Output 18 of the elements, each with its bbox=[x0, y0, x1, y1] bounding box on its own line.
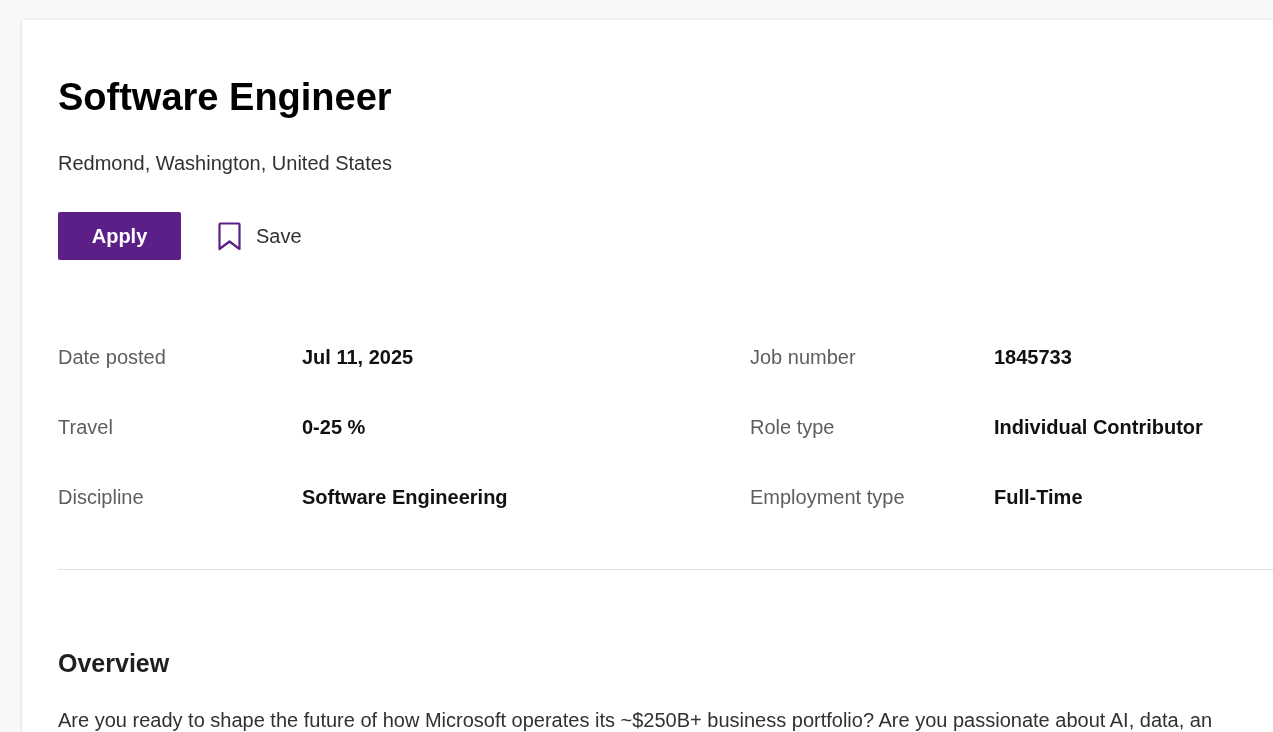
detail-label: Travel bbox=[58, 415, 113, 440]
detail-label: Job number bbox=[750, 345, 856, 370]
job-title: Software Engineer bbox=[58, 75, 392, 120]
overview-text: Are you ready to shape the future of how Microsoft operates its ~$250B+ business portfolio? Are you passionate about AI, data, an bbox=[58, 708, 1213, 732]
save-button[interactable]: Save bbox=[217, 221, 302, 251]
detail-label: Role type bbox=[750, 415, 835, 440]
detail-label: Date posted bbox=[58, 345, 166, 370]
detail-value: Full-Time bbox=[994, 485, 1083, 510]
detail-value: 1845733 bbox=[994, 345, 1072, 370]
job-location: Redmond, Washington, United States bbox=[58, 151, 392, 176]
detail-value: Software Engineering bbox=[302, 485, 508, 510]
detail-value: Jul 11, 2025 bbox=[302, 345, 414, 370]
detail-value: Individual Contributor bbox=[994, 415, 1203, 440]
detail-label: Discipline bbox=[58, 485, 144, 510]
section-heading: Overview bbox=[58, 648, 170, 679]
detail-label: Employment type bbox=[750, 485, 905, 510]
apply-button[interactable]: Apply bbox=[58, 212, 181, 260]
detail-value: 0-25 % bbox=[302, 415, 366, 440]
